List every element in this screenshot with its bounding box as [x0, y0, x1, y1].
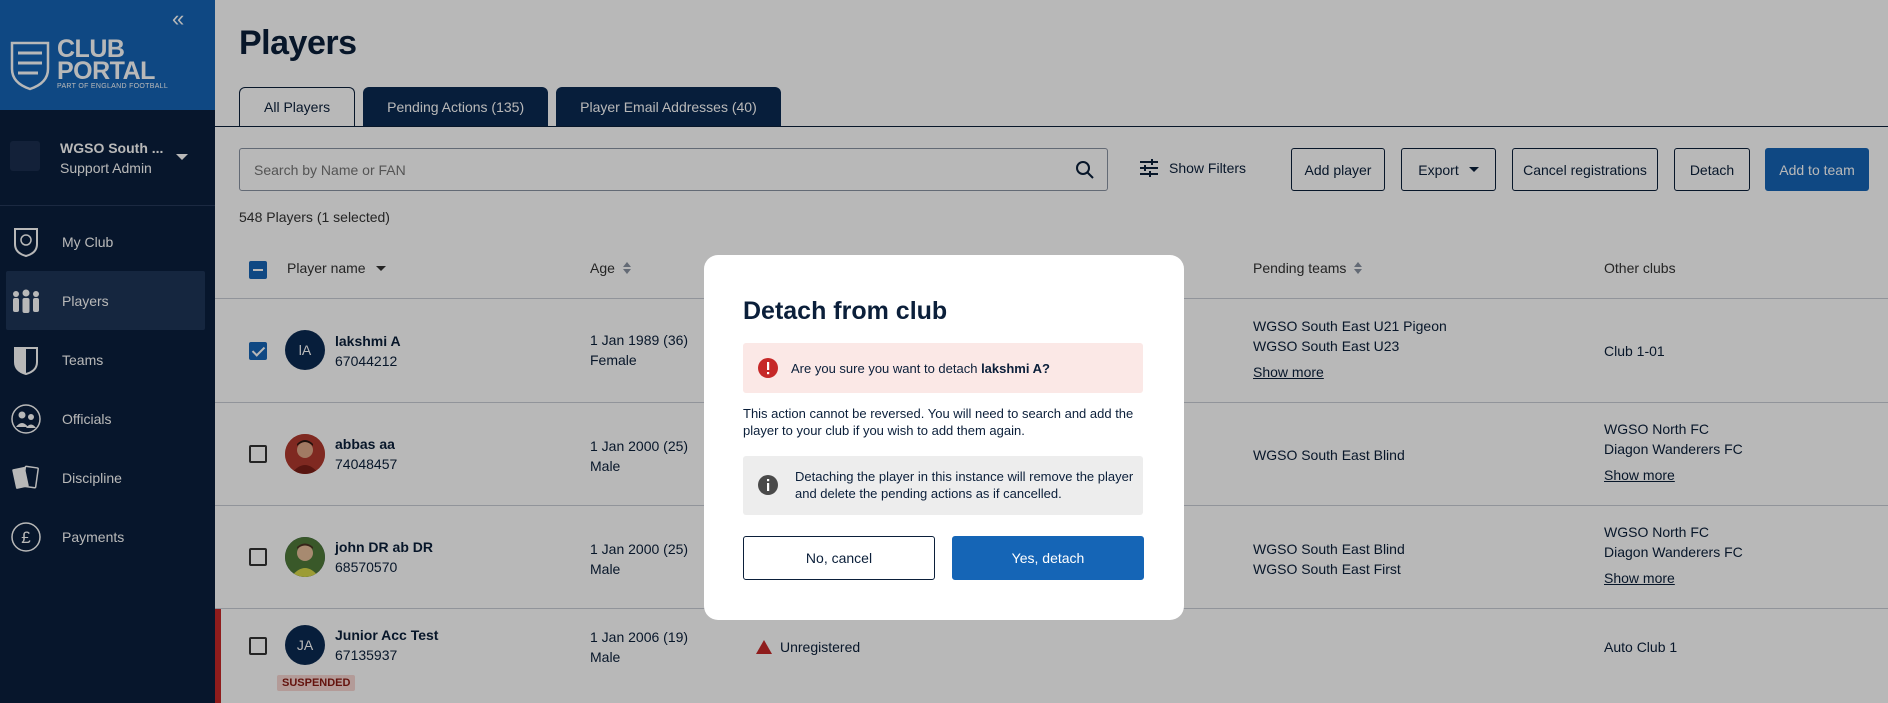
- info-text: Detaching the player in this instance wi…: [795, 469, 1134, 501]
- info-icon: [758, 475, 778, 495]
- warning-banner: Are you sure you want to detach lakshmi …: [743, 343, 1143, 393]
- detach-dialog: Detach from club Are you sure you want t…: [704, 255, 1184, 620]
- cancel-button[interactable]: No, cancel: [743, 536, 935, 580]
- alert-icon: [758, 358, 778, 378]
- dialog-title: Detach from club: [743, 297, 948, 325]
- warning-text: Are you sure you want to detach lakshmi …: [791, 360, 1050, 376]
- dialog-body: This action cannot be reversed. You will…: [743, 406, 1134, 438]
- confirm-detach-button[interactable]: Yes, detach: [952, 536, 1144, 580]
- info-banner: Detaching the player in this instance wi…: [743, 456, 1143, 515]
- warning-player-name: lakshmi A?: [981, 360, 1050, 376]
